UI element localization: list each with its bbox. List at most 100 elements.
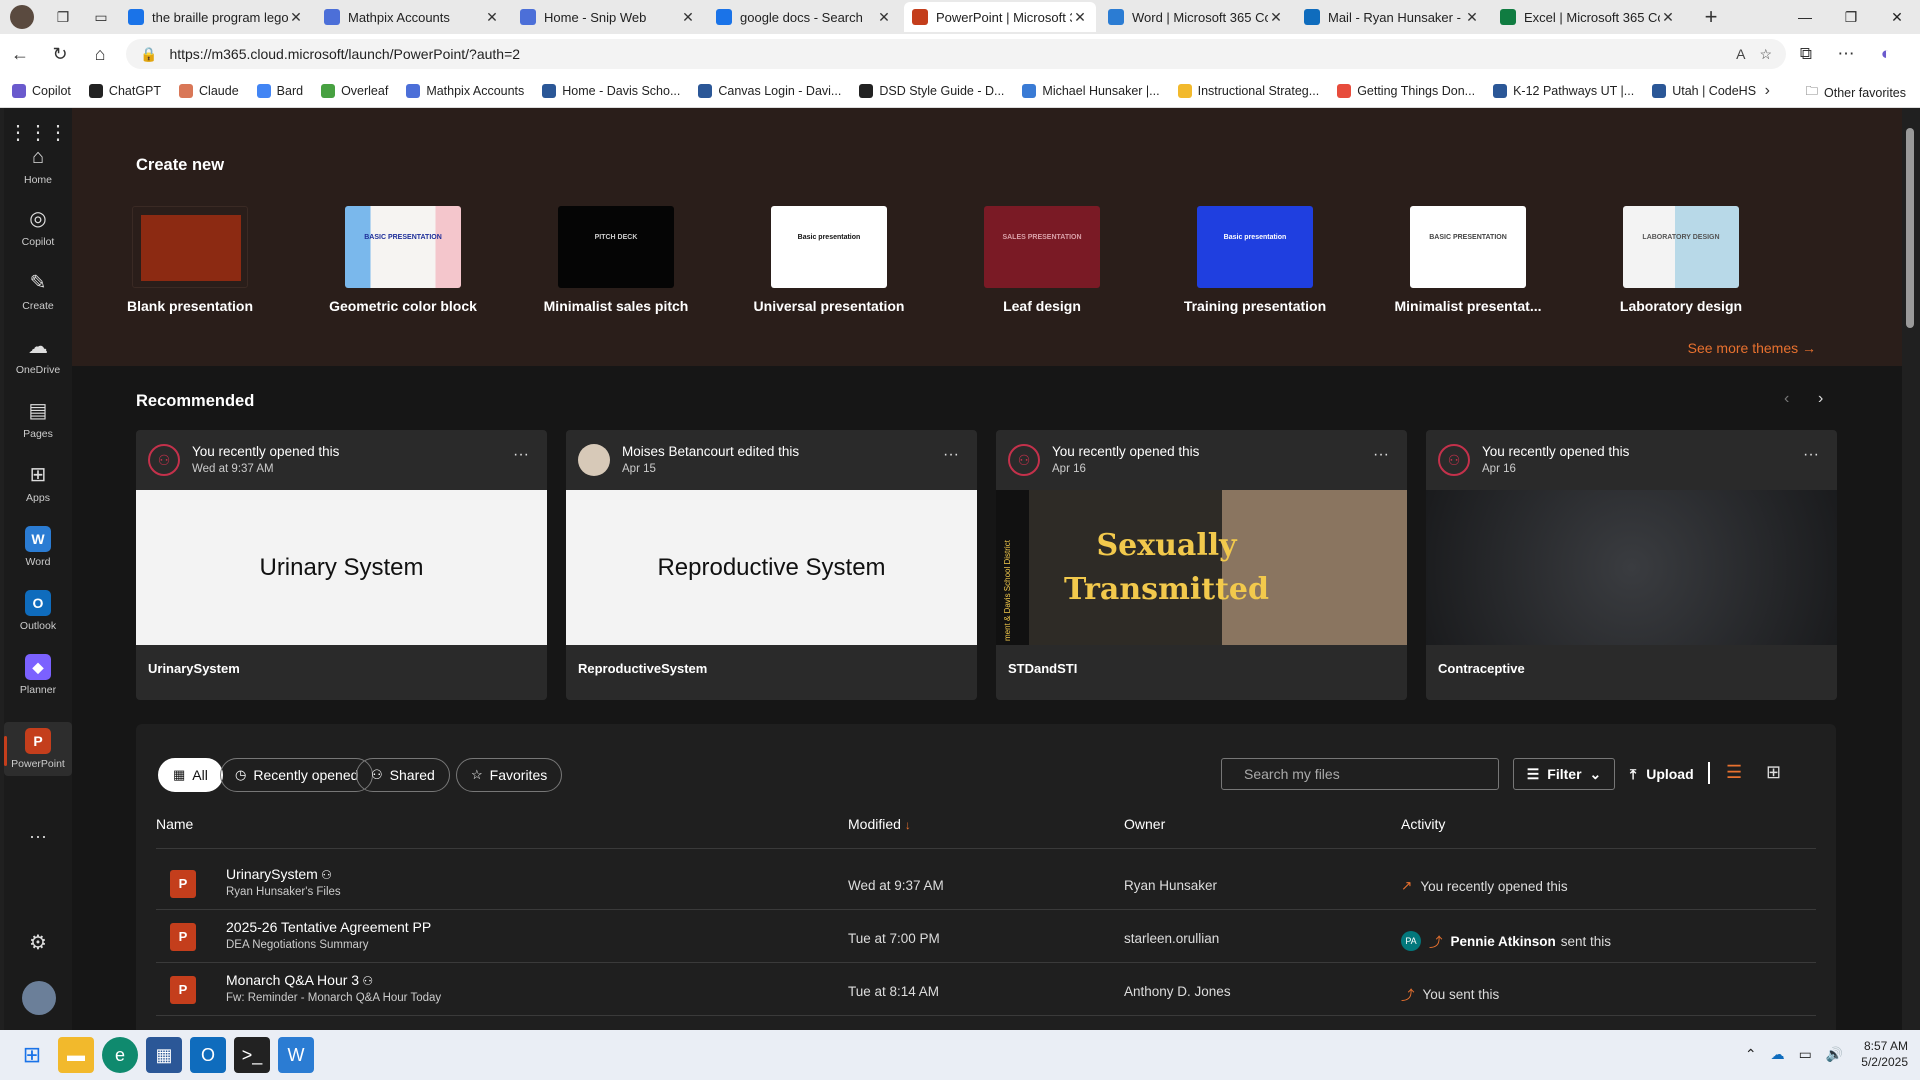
browser-tab[interactable]: Word | Microsoft 365 Cop ✕	[1100, 2, 1292, 32]
rail-item-planner[interactable]: ◆ Planner	[4, 648, 72, 702]
extensions-icon[interactable]: ⧉	[1786, 44, 1826, 64]
carousel-prev-icon[interactable]: ‹	[1784, 390, 1789, 408]
template-thumbnail[interactable]	[132, 206, 248, 288]
scrollbar-thumb[interactable]	[1906, 128, 1914, 328]
browser-tab[interactable]: Mathpix Accounts ✕	[316, 2, 508, 32]
rail-item-home[interactable]: ⌂ Home	[4, 138, 72, 192]
grid-view-icon[interactable]: ⊞	[1766, 762, 1781, 783]
store-icon[interactable]: ▦	[146, 1037, 182, 1073]
clock[interactable]: 8:57 AM 5/2/2025	[1861, 1038, 1908, 1070]
filter-button[interactable]: ☰ Filter ⌄	[1513, 758, 1615, 790]
tab-close-icon[interactable]: ✕	[876, 9, 892, 26]
restore-button[interactable]: ❐	[1828, 9, 1874, 26]
page-scrollbar[interactable]	[1902, 108, 1920, 1030]
template-thumbnail[interactable]: BASIC PRESENTATION	[1410, 206, 1526, 288]
tab-close-icon[interactable]: ✕	[1660, 9, 1676, 26]
bookmark-item[interactable]: Mathpix Accounts	[406, 83, 524, 98]
template-label[interactable]: Training presentation	[1160, 298, 1350, 314]
filter-all-pill[interactable]: ▦ All	[158, 758, 223, 792]
template-label[interactable]: Minimalist presentat...	[1373, 298, 1563, 314]
rail-item-word[interactable]: W Word	[4, 520, 72, 574]
more-options-icon[interactable]: ···	[1803, 446, 1819, 464]
url-field[interactable]: 🔒 https://m365.cloud.microsoft/launch/Po…	[126, 39, 1786, 69]
more-options-icon[interactable]: ···	[513, 446, 529, 464]
template-label[interactable]: Geometric color block	[308, 298, 498, 314]
bookmark-item[interactable]: ChatGPT	[88, 83, 161, 98]
refresh-icon[interactable]: ↻	[40, 44, 80, 65]
see-more-themes-link[interactable]: See more themes →	[1688, 340, 1816, 356]
file-name[interactable]: Monarch Q&A Hour 3 ⚇	[226, 972, 373, 988]
browser-tab[interactable]: Excel | Microsoft 365 Cop ✕	[1492, 2, 1684, 32]
column-name[interactable]: Name	[156, 816, 193, 832]
rail-item-outlook[interactable]: O Outlook	[4, 584, 72, 638]
column-activity[interactable]: Activity	[1401, 816, 1445, 832]
bookmark-item[interactable]: Copilot	[12, 83, 71, 98]
new-tab-button[interactable]: +	[1696, 4, 1726, 30]
table-row[interactable]: P 2025-26 Tentative Agreement PP DEA Negot…	[156, 909, 1816, 961]
more-options-icon[interactable]: ···	[943, 446, 959, 464]
tab-close-icon[interactable]: ✕	[484, 9, 500, 26]
terminal-icon[interactable]: >_	[234, 1037, 270, 1073]
carousel-next-icon[interactable]: ›	[1818, 390, 1823, 408]
read-aloud-icon[interactable]: A	[1736, 46, 1745, 62]
start-icon[interactable]: ⊞	[14, 1037, 50, 1073]
bookmark-item[interactable]: Utah | CodeHS	[1652, 83, 1756, 98]
browser-tab[interactable]: the braille program lego ✕	[120, 2, 312, 32]
rail-item-onedrive[interactable]: ☁ OneDrive	[4, 328, 72, 382]
file-name[interactable]: UrinarySystem ⚇	[226, 866, 332, 882]
rail-item-powerpoint[interactable]: P PowerPoint	[4, 722, 72, 776]
template-thumbnail[interactable]: LABORATORY DESIGN	[1623, 206, 1739, 288]
template-label[interactable]: Leaf design	[947, 298, 1137, 314]
template-label[interactable]: Laboratory design	[1586, 298, 1776, 314]
rail-item-copilot[interactable]: ◎ Copilot	[4, 200, 72, 254]
browser-tab[interactable]: Mail - Ryan Hunsaker - O ✕	[1296, 2, 1488, 32]
bookmark-item[interactable]: DSD Style Guide - D...	[859, 83, 1004, 98]
bookmark-item[interactable]: Overleaf	[321, 83, 388, 98]
bookmark-item[interactable]: Getting Things Don...	[1337, 83, 1475, 98]
edge-icon[interactable]: e	[102, 1037, 138, 1073]
recommended-card[interactable]: ⚇ You recently opened this Apr 16 ··· Contra…	[1426, 430, 1837, 700]
workspaces-icon[interactable]: ❐	[52, 6, 74, 28]
bookmark-item[interactable]: Bard	[256, 83, 303, 98]
table-row[interactable]: P UrinarySystem ⚇ Ryan Hunsaker's Files Wed…	[156, 856, 1816, 908]
user-avatar[interactable]	[22, 981, 56, 1015]
bookmark-item[interactable]: Instructional Strateg...	[1177, 83, 1319, 98]
browser-tab[interactable]: PowerPoint | Microsoft 36 ✕	[904, 2, 1096, 32]
more-options-icon[interactable]: ···	[1373, 446, 1389, 464]
bookmark-item[interactable]: Michael Hunsaker |...	[1022, 83, 1160, 98]
template-thumbnail[interactable]: Basic presentation	[1197, 206, 1313, 288]
browser-tab[interactable]: Home - Snip Web ✕	[512, 2, 704, 32]
template-label[interactable]: Blank presentation	[95, 298, 285, 314]
onedrive-tray-icon[interactable]: ☁	[1771, 1046, 1785, 1063]
recommended-card[interactable]: ⚇ You recently opened this Apr 16 ··· Sexual…	[996, 430, 1407, 700]
column-modified[interactable]: Modified ↓	[848, 816, 911, 832]
list-view-icon[interactable]: ☰	[1726, 762, 1742, 783]
template-label[interactable]: Minimalist sales pitch	[521, 298, 711, 314]
network-icon[interactable]: ▭	[1799, 1046, 1812, 1063]
profile-avatar[interactable]	[10, 5, 34, 29]
bookmark-item[interactable]: Canvas Login - Davi...	[698, 83, 841, 98]
close-window-button[interactable]: ✕	[1874, 9, 1920, 26]
template-thumbnail[interactable]: PITCH DECK	[558, 206, 674, 288]
upload-button[interactable]: ⤒ Upload	[1630, 758, 1694, 790]
tab-close-icon[interactable]: ✕	[1268, 9, 1284, 26]
rail-item-apps[interactable]: ⊞ Apps	[4, 456, 72, 510]
home-icon[interactable]: ⌂	[80, 44, 120, 65]
bookmarks-more-icon[interactable]: ›	[1765, 82, 1770, 100]
search-files-input[interactable]: Search my files	[1221, 758, 1499, 790]
template-thumbnail[interactable]: Basic presentation	[771, 206, 887, 288]
minimize-button[interactable]: —	[1782, 9, 1828, 25]
settings-icon[interactable]: ⚙	[4, 930, 72, 955]
file-explorer-icon[interactable]: ▬	[58, 1037, 94, 1073]
bookmark-item[interactable]: K-12 Pathways UT |...	[1493, 83, 1634, 98]
tab-close-icon[interactable]: ✕	[1072, 9, 1088, 26]
menu-dots-icon[interactable]: ⋯	[1826, 44, 1866, 64]
other-favorites[interactable]: 🗀 Other favorites	[1806, 82, 1907, 103]
column-owner[interactable]: Owner	[1124, 816, 1165, 832]
filter-favorites-pill[interactable]: ☆ Favorites	[456, 758, 563, 792]
template-label[interactable]: Universal presentation	[734, 298, 924, 314]
rail-item-create[interactable]: ✎ Create	[4, 264, 72, 318]
filter-shared-pill[interactable]: ⚇ Shared	[356, 758, 450, 792]
template-thumbnail[interactable]: BASIC PRESENTATION	[345, 206, 461, 288]
bookmark-item[interactable]: Claude	[179, 83, 239, 98]
